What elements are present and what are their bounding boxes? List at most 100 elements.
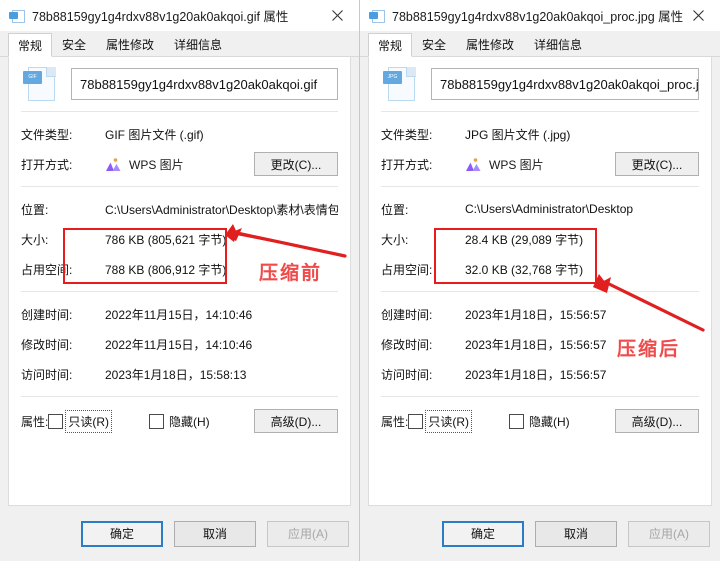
modified-value: 2022年11月15日，14:10:46 [105,337,253,352]
file-type-label: 文件类型: [381,127,433,142]
created-value: 2023年1月18日，15:56:57 [465,307,607,322]
close-icon[interactable] [676,0,720,31]
location-label: 位置: [381,202,409,217]
readonly-label: 只读(R) [425,409,472,433]
checkbox-box [149,413,165,429]
open-with-row: 打开方式: WPS 图片 更改(C)... [21,149,338,179]
cancel-button[interactable]: 取消 [535,520,617,547]
general-page-before: GIF 78b88159gy1g4rdxv88v1g20ak0akqoi.gif… [8,57,351,506]
modified-row: 修改时间: 2023年1月18日，15:56:57 [381,329,699,359]
size-on-disk-row: 占用空间: 788 KB (806,912 字节) [21,254,338,284]
footer-before: 确定 取消 应用(A) [0,506,359,561]
file-type-row: 文件类型: GIF 图片文件 (.gif) [21,119,338,149]
open-with-app: WPS 图片 [465,156,615,173]
accessed-label: 访问时间: [21,367,73,382]
titlebar-before: 78b88159gy1g4rdxv88v1g20ak0akqoi.gif 属性 [0,0,359,31]
hidden-label: 隐藏(H) [169,414,210,429]
change-app-button[interactable]: 更改(C)... [615,152,699,176]
modified-label: 修改时间: [21,337,73,352]
window-title: 78b88159gy1g4rdxv88v1g20ak0akqoi.gif 属性 [32,10,289,24]
readonly-checkbox[interactable]: 只读(R) [48,409,112,433]
modified-row: 修改时间: 2022年11月15日，14:10:46 [21,329,338,359]
readonly-checkbox[interactable]: 只读(R) [408,409,472,433]
file-type-value: JPG 图片文件 (.jpg) [465,127,571,142]
file-type-tag: JPG [383,71,402,84]
ok-button[interactable]: 确定 [442,520,524,547]
readonly-label: 只读(R) [65,409,112,433]
filename-input[interactable]: 78b88159gy1g4rdxv88v1g20ak0akqoi_proc.jp… [431,68,699,100]
location-value: C:\Users\Administrator\Desktop\素材\表情包 [105,202,338,217]
checkbox-box [509,413,525,429]
accessed-row: 访问时间: 2023年1月18日，15:56:57 [381,359,699,389]
filename-row: GIF 78b88159gy1g4rdxv88v1g20ak0akqoi.gif [21,57,338,111]
location-value: C:\Users\Administrator\Desktop [465,202,634,216]
size-label: 大小: [21,232,49,247]
advanced-button[interactable]: 高级(D)... [254,409,338,433]
apply-button: 应用(A) [628,520,710,547]
attributes-label: 属性: [21,414,49,429]
cancel-button[interactable]: 取消 [174,520,256,547]
modified-label: 修改时间: [381,337,433,352]
file-type-value: GIF 图片文件 (.gif) [105,127,204,142]
tab-general[interactable]: 常规 [368,33,413,57]
advanced-button[interactable]: 高级(D)... [615,409,699,433]
open-with-value: WPS 图片 [129,157,184,172]
attributes-row: 属性: 只读(R) 隐藏(H) 高级(D)... [21,404,338,438]
open-with-label: 打开方式: [21,157,73,172]
tab-attribute-edit[interactable]: 属性修改 [96,32,164,56]
size-on-disk-value: 788 KB (806,912 字节) [105,262,227,277]
attributes-row: 属性: 只读(R) 隐藏(H) 高级(D)... [381,404,699,438]
properties-dialog-after: 78b88159gy1g4rdxv88v1g20ak0akqoi_proc.jp… [360,0,720,561]
accessed-label: 访问时间: [381,367,433,382]
accessed-value: 2023年1月18日，15:58:13 [105,367,247,382]
location-row: 位置: C:\Users\Administrator\Desktop\素材\表情… [21,194,338,224]
filename-row: JPG 78b88159gy1g4rdxv88v1g20ak0akqoi_pro… [381,57,699,111]
file-type-label: 文件类型: [21,127,73,142]
hidden-checkbox[interactable]: 隐藏(H) [509,413,570,430]
wps-image-icon [465,157,482,172]
checkbox-box [408,413,424,429]
tab-details[interactable]: 详细信息 [164,32,232,56]
filename-input[interactable]: 78b88159gy1g4rdxv88v1g20ak0akqoi.gif [71,68,338,100]
size-group: 位置: C:\Users\Administrator\Desktop\素材\表情… [21,187,338,291]
open-with-row: 打开方式: WPS 图片 更改(C)... [381,149,699,179]
location-row: 位置: C:\Users\Administrator\Desktop [381,194,699,224]
size-row: 大小: 786 KB (805,621 字节) [21,224,338,254]
attributes-group: 属性: 只读(R) 隐藏(H) 高级(D)... [381,397,699,445]
ok-button[interactable]: 确定 [81,520,163,547]
accessed-row: 访问时间: 2023年1月18日，15:58:13 [21,359,338,389]
accessed-value: 2023年1月18日，15:56:57 [465,367,607,382]
tab-details[interactable]: 详细信息 [524,32,592,56]
created-row: 创建时间: 2022年11月15日，14:10:46 [21,299,338,329]
created-label: 创建时间: [381,307,433,322]
tab-security[interactable]: 安全 [52,32,96,56]
type-group: 文件类型: JPG 图片文件 (.jpg) 打开方式: WPS 图片 更改(C)… [381,112,699,186]
size-value: 786 KB (805,621 字节) [105,232,227,247]
size-group: 位置: C:\Users\Administrator\Desktop 大小: 2… [381,187,699,291]
location-label: 位置: [21,202,49,217]
tab-general[interactable]: 常规 [8,33,53,57]
file-properties-icon [369,9,385,23]
tabstrip-before: 常规 安全 属性修改 详细信息 [0,31,359,57]
created-label: 创建时间: [21,307,73,322]
hidden-checkbox[interactable]: 隐藏(H) [149,413,210,430]
tab-attribute-edit[interactable]: 属性修改 [456,32,524,56]
general-page-after: JPG 78b88159gy1g4rdxv88v1g20ak0akqoi_pro… [368,57,712,506]
titlebar-after: 78b88159gy1g4rdxv88v1g20ak0akqoi_proc.jp… [360,0,720,31]
open-with-value: WPS 图片 [489,157,544,172]
size-on-disk-label: 占用空间: [381,262,433,277]
time-group: 创建时间: 2022年11月15日，14:10:46 修改时间: 2022年11… [21,292,338,396]
size-on-disk-label: 占用空间: [21,262,73,277]
window-title: 78b88159gy1g4rdxv88v1g20ak0akqoi_proc.jp… [392,10,684,24]
attributes-label: 属性: [381,414,409,429]
close-icon[interactable] [315,0,359,31]
change-app-button[interactable]: 更改(C)... [254,152,338,176]
gif-file-icon: GIF [23,65,57,103]
modified-value: 2023年1月18日，15:56:57 [465,337,607,352]
hidden-label: 隐藏(H) [529,414,570,429]
checkbox-box [48,413,64,429]
file-type-row: 文件类型: JPG 图片文件 (.jpg) [381,119,699,149]
tab-security[interactable]: 安全 [412,32,456,56]
type-group: 文件类型: GIF 图片文件 (.gif) 打开方式: WPS 图片 更改(C)… [21,112,338,186]
open-with-app: WPS 图片 [105,156,254,173]
